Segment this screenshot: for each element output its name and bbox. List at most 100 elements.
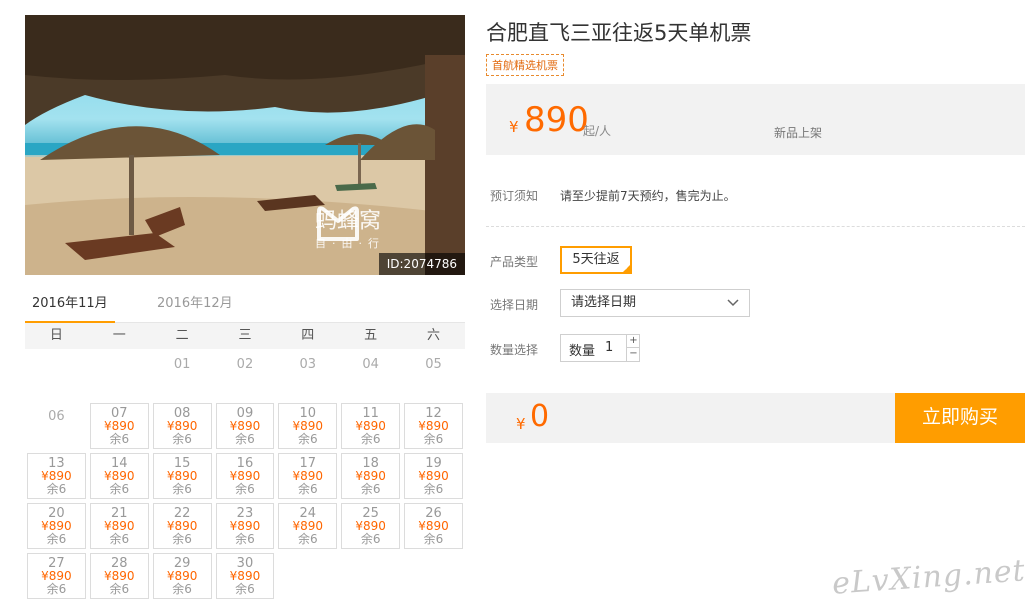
calendar-day-available[interactable]: 27 ¥890 余6 (27, 553, 86, 599)
calendar-day-available[interactable]: 16 ¥890 余6 (215, 453, 275, 499)
calendar-day-stock: 余6 (109, 482, 130, 496)
calendar-day-available[interactable]: 13 ¥890 余6 (27, 453, 86, 499)
calendar-day-available[interactable]: 19 ¥890 余6 (404, 453, 463, 499)
calendar-day-stock: 余6 (235, 582, 255, 596)
calendar-day-available[interactable]: 29 ¥890 余6 (152, 553, 212, 599)
site-watermark: eLvXing.net (831, 553, 1027, 602)
calendar-day-cell: 29 ¥890 余6 (151, 551, 214, 601)
calendar-day-available[interactable]: 12 ¥890 余6 (404, 403, 463, 449)
weekday-thu: 四 (301, 328, 315, 343)
buy-now-button[interactable]: 立即购买 (895, 393, 1025, 443)
calendar-day-stock: 余6 (423, 432, 444, 446)
calendar-day-cell: 26 ¥890 余6 (402, 501, 465, 551)
price-value: 890 (524, 100, 589, 140)
calendar-day-cell: 15 ¥890 余6 (151, 451, 214, 501)
calendar-day-stock: 余6 (360, 532, 381, 546)
calendar-day-cell: 11 ¥890 余6 (339, 401, 402, 451)
calendar-day-stock: 余6 (360, 482, 381, 496)
calendar-day-available[interactable]: 28 ¥890 余6 (89, 553, 149, 599)
qty-increment-button[interactable]: + (626, 335, 640, 348)
calendar-day-cell: 20 ¥890 余6 (25, 501, 88, 551)
calendar-day-unavailable: 05 (425, 357, 442, 372)
calendar-weekday-header: 日 一 二 三 四 五 六 (25, 323, 465, 349)
selected-check-icon (621, 263, 632, 274)
calendar-day-stock: 余6 (172, 582, 192, 596)
date-label: 选择日期 (490, 298, 539, 312)
calendar-day-available[interactable]: 22 ¥890 余6 (152, 503, 212, 549)
calendar-day-unavailable: 04 (362, 357, 379, 372)
calendar-day-cell: 04 (339, 349, 402, 401)
weekday-sat: 六 (426, 328, 440, 343)
calendar-day-cell: 22 ¥890 余6 (151, 501, 214, 551)
calendar-day-available[interactable]: 20 ¥890 余6 (27, 503, 86, 549)
calendar-day-available[interactable]: 25 ¥890 余6 (341, 503, 401, 549)
calendar-day-available[interactable]: 10 ¥890 余6 (278, 403, 338, 449)
calendar-day-cell: 23 ¥890 余6 (214, 501, 277, 551)
calendar-day-cell: 13 ¥890 余6 (25, 451, 88, 501)
calendar-day-cell: 01 (151, 349, 214, 401)
weekday-tue: 二 (175, 328, 189, 343)
calendar-day-available[interactable]: 15 ¥890 余6 (152, 453, 212, 499)
total-currency: ¥ (516, 415, 526, 433)
qty-inner-label: 数量 (569, 344, 596, 359)
calendar-week-row: 01 02 03 04 05 (25, 349, 465, 401)
calendar-day-cell: 25 ¥890 余6 (339, 501, 402, 551)
calendar-day-available[interactable]: 26 ¥890 余6 (404, 503, 463, 549)
calendar-day-unavailable: 03 (299, 357, 317, 372)
calendar-day-stock: 余6 (109, 582, 130, 596)
calendar-day-available[interactable]: 07 ¥890 余6 (89, 403, 149, 449)
date-select-value: 请选择日期 (571, 295, 637, 310)
tab-november[interactable]: 2016年11月 (25, 291, 115, 324)
calendar-day-stock: 余6 (172, 532, 192, 546)
calendar-week-row: 20 ¥890 余6 21 ¥890 余6 22 ¥890 余6 23 ¥890 余6 24 ¥890 余6… (25, 501, 465, 551)
calendar-day-available[interactable]: 23 ¥890 余6 (215, 503, 275, 549)
calendar-day-available[interactable]: 18 ¥890 余6 (341, 453, 401, 499)
calendar-empty-cell-inner (27, 351, 86, 397)
calendar-day-stock: 余6 (46, 482, 67, 496)
photo-id-label: ID:2074786 (378, 253, 465, 275)
calendar-day-cell: 02 (214, 349, 277, 401)
calendar-day-available[interactable]: 21 ¥890 余6 (89, 503, 149, 549)
calendar-day-available[interactable]: 11 ¥890 余6 (341, 403, 401, 449)
type-label: 产品类型 (490, 255, 539, 269)
calendar-empty-cell-inner (278, 553, 337, 599)
mafengwo-logo-icon (317, 206, 359, 241)
calendar-day-available[interactable]: 08 ¥890 余6 (152, 403, 212, 449)
calendar-day-cell: 21 ¥890 余6 (88, 501, 151, 551)
beach-scene-image (25, 15, 465, 275)
calendar-day-available[interactable]: 09 ¥890 余6 (215, 403, 275, 449)
product-badge: 首航精选机票 (486, 54, 564, 76)
calendar-day-stock: 余6 (423, 482, 444, 496)
calendar-day-cell: 07 ¥890 余6 (88, 401, 151, 451)
product-type-text: 5天往返 (572, 252, 620, 267)
calendar-day-available[interactable]: 24 ¥890 余6 (278, 503, 338, 549)
calendar-day-cell: 30 ¥890 余6 (214, 551, 277, 601)
booking-calendar: 日 一 二 三 四 五 六 01 02 03 04 05 06 07 ¥890 余6 08 ¥890… (25, 323, 465, 601)
product-title: 合肥直飞三亚往返5天单机票 (486, 21, 752, 45)
calendar-day-cell: 08 ¥890 余6 (151, 401, 214, 451)
date-select[interactable]: 请选择日期 (560, 289, 750, 317)
calendar-day-cell: 17 ¥890 余6 (276, 451, 339, 501)
weekday-wed: 三 (238, 328, 252, 343)
calendar-day-stock: 余6 (297, 482, 318, 496)
qty-value[interactable]: 1 (605, 340, 613, 355)
calendar-day-available[interactable]: 14 ¥890 余6 (89, 453, 149, 499)
watermark-logo: 蚂蜂窝 自·由·行 (315, 203, 385, 251)
calendar-day-cell: 19 ¥890 余6 (402, 451, 465, 501)
weekday-mon: 一 (112, 328, 126, 343)
calendar-day-stock: 余6 (109, 532, 130, 546)
calendar-day-available[interactable]: 17 ¥890 余6 (278, 453, 338, 499)
product-type-option[interactable]: 5天往返 (560, 246, 632, 274)
calendar-day-available[interactable]: 30 ¥890 余6 (215, 553, 275, 599)
calendar-day-cell: 27 ¥890 余6 (25, 551, 88, 601)
calendar-empty-cell-inner (404, 553, 463, 599)
calendar-day-stock: 余6 (109, 432, 130, 446)
qty-decrement-button[interactable]: − (626, 348, 640, 361)
price-box: ¥ 890 起/人 新品上架 (486, 84, 1025, 155)
calendar-day-unavailable: 02 (236, 357, 254, 372)
weekday-sun: 日 (49, 328, 63, 343)
calendar-day-cell: 18 ¥890 余6 (339, 451, 402, 501)
tab-december[interactable]: 2016年12月 (157, 291, 233, 323)
weekday-fri: 五 (364, 328, 378, 343)
calendar-week-row: 27 ¥890 余6 28 ¥890 余6 29 ¥890 余6 30 ¥890 余6 (25, 551, 465, 601)
